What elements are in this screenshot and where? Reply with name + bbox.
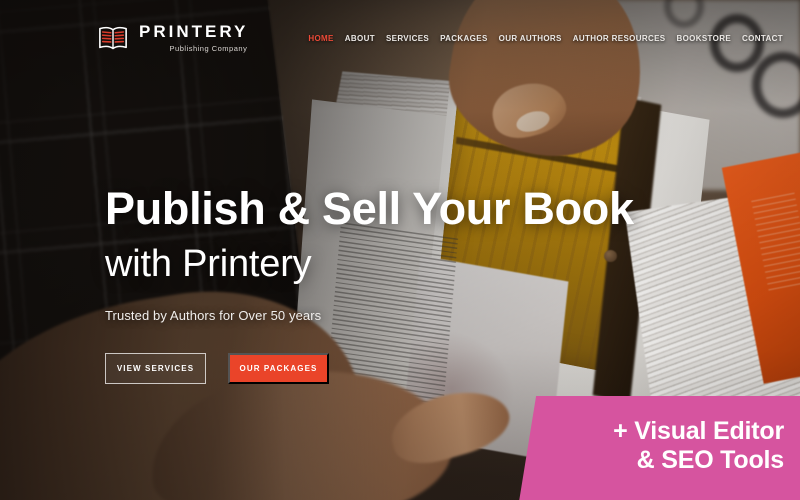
nav-item-services[interactable]: SERVICES	[386, 34, 429, 43]
site-header: PRINTERY Publishing Company HOME ABOUT S…	[0, 0, 800, 76]
brand-text-block: PRINTERY Publishing Company	[139, 23, 248, 53]
hero-subtitle: Trusted by Authors for Over 50 years	[105, 308, 322, 323]
view-services-button[interactable]: VIEW SERVICES	[105, 353, 206, 384]
nav-item-packages[interactable]: PACKAGES	[440, 34, 488, 43]
nav-item-our-authors[interactable]: OUR AUTHORS	[499, 34, 562, 43]
hero-button-group: VIEW SERVICES OUR PACKAGES	[105, 353, 634, 384]
hero-content: Publish & Sell Your Book with Printery T…	[105, 186, 634, 384]
promo-line-2: & SEO Tools	[636, 446, 785, 474]
main-navigation: HOME ABOUT SERVICES PACKAGES OUR AUTHORS…	[308, 34, 783, 43]
promo-line-1: + Visual Editor	[613, 416, 784, 445]
nav-item-contact[interactable]: CONTACT	[742, 34, 783, 43]
nav-item-author-resources[interactable]: AUTHOR RESOURCES	[573, 34, 666, 43]
promo-banner[interactable]: + Visual Editor & SEO Tools	[519, 396, 800, 500]
nav-item-bookstore[interactable]: BOOKSTORE	[676, 34, 731, 43]
hero-section: PRINTERY Publishing Company HOME ABOUT S…	[0, 0, 800, 500]
hero-title-line-1: Publish & Sell Your Book	[105, 183, 634, 234]
open-book-icon	[98, 23, 128, 53]
brand-logo[interactable]: PRINTERY Publishing Company	[98, 23, 248, 53]
hero-title-line-2: with Printery	[105, 243, 312, 285]
brand-tagline: Publishing Company	[169, 43, 248, 53]
promo-banner-content: + Visual Editor & SEO Tools	[519, 396, 800, 500]
nav-item-home[interactable]: HOME	[308, 34, 333, 43]
nav-item-about[interactable]: ABOUT	[345, 34, 375, 43]
brand-name: PRINTERY	[139, 22, 249, 42]
our-packages-button[interactable]: OUR PACKAGES	[228, 353, 329, 384]
